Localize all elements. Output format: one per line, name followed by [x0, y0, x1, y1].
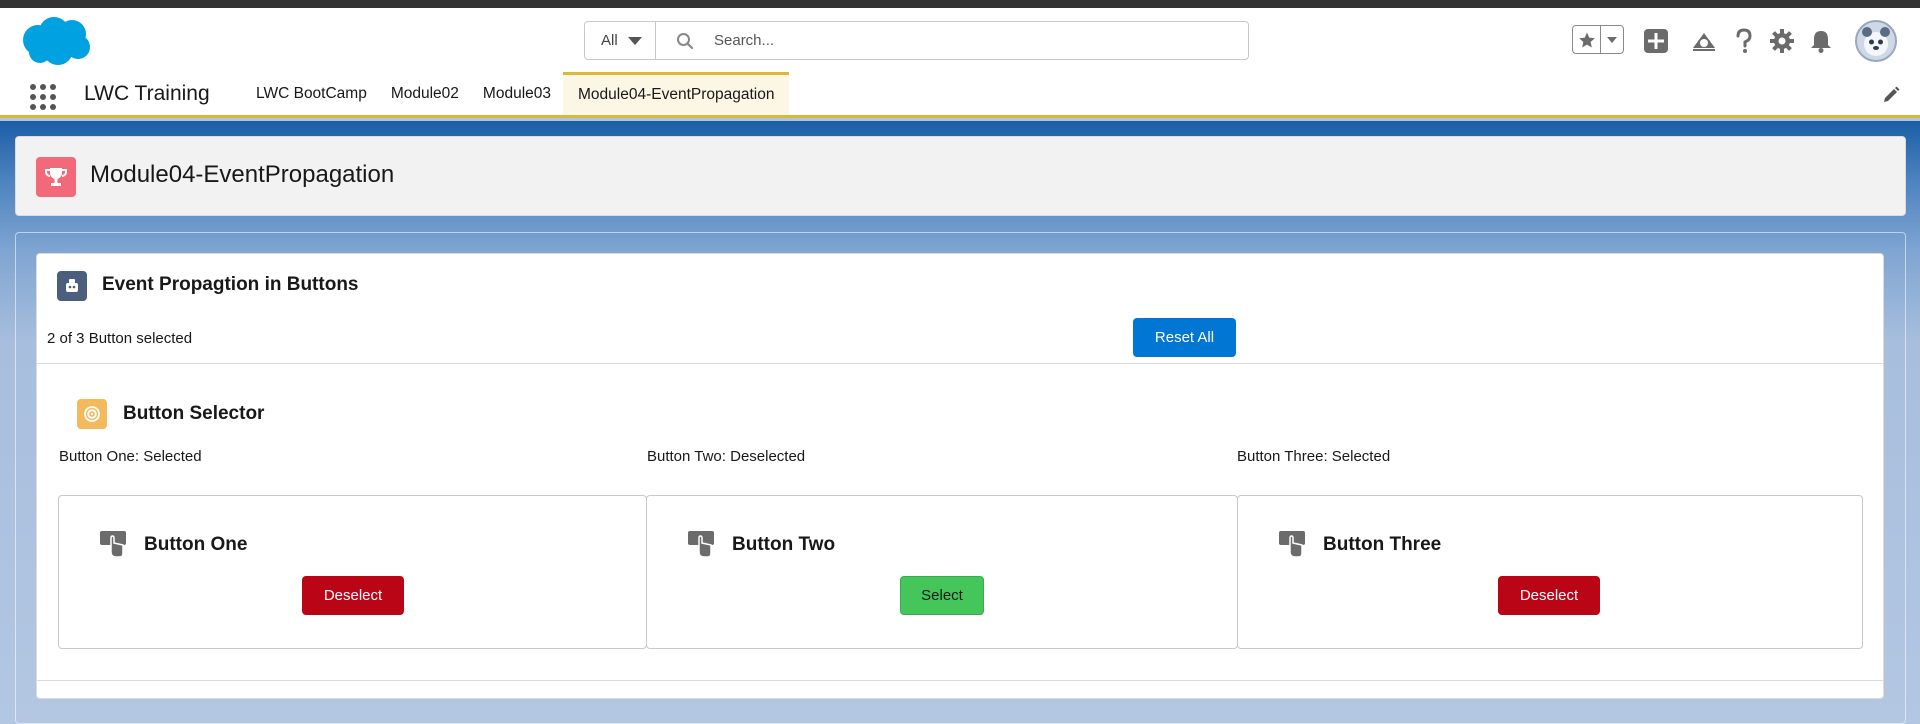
target-icon — [77, 399, 107, 429]
tab-module03[interactable]: Module03 — [471, 72, 563, 115]
status-button-two: Button Two: Deselected — [647, 448, 806, 465]
button-card-two: Button Two Select — [646, 495, 1238, 649]
deselect-button[interactable]: Deselect — [302, 576, 404, 615]
search-input[interactable] — [714, 22, 1248, 59]
deselect-button[interactable]: Deselect — [1498, 576, 1600, 615]
trophy-icon — [36, 157, 76, 197]
chevron-down-icon — [627, 36, 642, 45]
button-card-title: Button Three — [1323, 534, 1442, 555]
help-icon[interactable] — [1731, 28, 1757, 54]
status-button-three: Button Three: Selected — [1237, 448, 1391, 465]
search-icon — [656, 22, 714, 59]
add-icon[interactable] — [1643, 28, 1669, 54]
global-header: All — [0, 8, 1920, 72]
status-button-one: Button One: Selected — [59, 448, 202, 465]
avatar[interactable] — [1855, 20, 1897, 62]
tab-module04-eventpropagation[interactable]: Module04-EventPropagation — [563, 72, 790, 115]
select-button[interactable]: Select — [900, 576, 984, 615]
window-top-strip — [0, 0, 1920, 8]
event-propagation-card: Event Propagtion in Buttons 2 of 3 Butto… — [36, 253, 1884, 699]
star-icon[interactable] — [1573, 26, 1601, 53]
button-card-one: Button One Deselect — [58, 495, 647, 649]
selected-count-text: 2 of 3 Button selected — [47, 330, 193, 347]
favorites-button-group — [1572, 25, 1624, 54]
touch-icon — [687, 530, 715, 558]
bell-icon[interactable] — [1808, 28, 1834, 54]
card-title: Event Propagtion in Buttons — [102, 274, 359, 295]
bot-icon — [57, 271, 87, 301]
nav-tabs: LWC BootCamp Module02 Module03 Module04-… — [244, 72, 790, 115]
edit-pencil-icon[interactable] — [1882, 86, 1900, 109]
chevron-down-icon[interactable] — [1601, 26, 1623, 53]
touch-icon — [1278, 530, 1306, 558]
app-launcher-icon[interactable] — [28, 82, 58, 112]
search-scope-label: All — [601, 32, 618, 49]
global-search: All — [584, 21, 1249, 60]
button-card-title: Button Two — [732, 534, 836, 555]
button-selector-card: Button Selector Button One: Selected But… — [37, 363, 1883, 681]
gear-icon[interactable] — [1769, 28, 1795, 54]
trailhead-icon[interactable] — [1691, 28, 1717, 54]
button-card-three: Button Three Deselect — [1237, 495, 1863, 649]
button-selector-title: Button Selector — [123, 403, 265, 424]
app-name: LWC Training — [84, 82, 210, 105]
salesforce-logo[interactable] — [18, 14, 94, 68]
button-card-title: Button One — [144, 534, 248, 555]
page-title: Module04-EventPropagation — [90, 161, 395, 188]
tab-module02[interactable]: Module02 — [379, 72, 471, 115]
reset-all-button[interactable]: Reset All — [1133, 318, 1236, 357]
app-navigation-bar: LWC Training LWC BootCamp Module02 Modul… — [0, 72, 1920, 118]
page-header: Module04-EventPropagation — [15, 136, 1906, 216]
touch-icon — [99, 530, 127, 558]
search-scope-dropdown[interactable]: All — [585, 22, 656, 59]
tab-lwc-bootcamp[interactable]: LWC BootCamp — [244, 72, 379, 115]
